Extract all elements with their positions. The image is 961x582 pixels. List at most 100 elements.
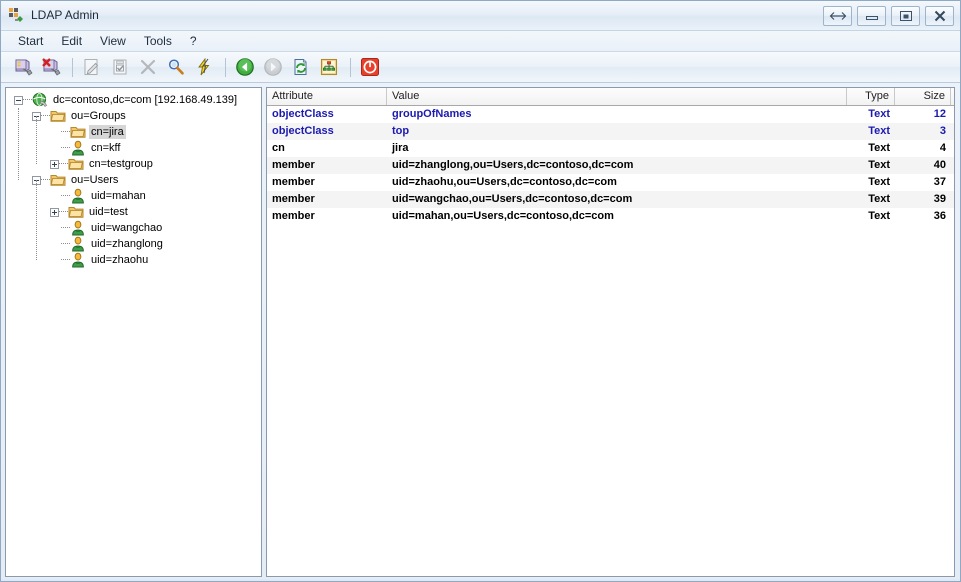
menu-item-help[interactable]: ? (181, 32, 206, 50)
cell-attribute: member (272, 210, 315, 222)
window-controls (823, 6, 954, 26)
tree-connector-line (36, 116, 38, 164)
magnifier-icon[interactable] (164, 55, 188, 79)
cell-attribute: member (272, 176, 315, 188)
table-row[interactable]: member uid=mahan,ou=Users,dc=contoso,dc=c… (267, 208, 954, 225)
menu-bar: Start Edit View Tools ? (1, 31, 960, 52)
cell-attribute: objectClass (272, 125, 334, 137)
attribute-list-panel[interactable]: Attribute Value Type Size objectClass groupO… (266, 87, 955, 577)
tree-connector-line (41, 179, 50, 181)
tree-connector-line (59, 163, 68, 165)
toolbar (1, 52, 960, 83)
cell-size: 3 (939, 125, 946, 137)
menu-item-view[interactable]: View (91, 32, 135, 50)
refresh-page-icon[interactable] (289, 55, 313, 79)
tree-node[interactable]: cn=testgroup (6, 156, 261, 172)
cell-type: Text (868, 125, 890, 137)
minimize-button[interactable] (857, 6, 886, 26)
tree-connector-line (61, 227, 70, 229)
org-tree-icon[interactable] (317, 55, 341, 79)
tree-node[interactable]: cn=jira (6, 124, 261, 140)
tree-node-label: cn=jira (89, 125, 126, 139)
cell-value: top (392, 125, 410, 137)
tree-expand-icon[interactable] (50, 159, 59, 169)
menu-item-tools[interactable]: Tools (135, 32, 181, 50)
ldap-network-plug-icon (8, 7, 24, 23)
folder-icon (50, 108, 66, 124)
menu-item-start[interactable]: Start (9, 32, 52, 50)
cell-value: uid=zhaohu,ou=Users,dc=contoso,dc=com (392, 176, 617, 188)
tree-node-label: uid=test (89, 206, 128, 218)
edit-pencil-icon[interactable] (80, 55, 104, 79)
tree-node-label: ou=Groups (71, 110, 126, 122)
cell-type: Text (868, 159, 890, 171)
cell-value: uid=wangchao,ou=Users,dc=contoso,dc=com (392, 193, 633, 205)
delete-x-icon[interactable] (136, 55, 160, 79)
tree-node-label: uid=wangchao (91, 222, 163, 234)
user-icon (70, 252, 86, 268)
forward-arrow-icon[interactable] (261, 55, 285, 79)
column-header-attribute[interactable]: Attribute (267, 88, 387, 105)
user-icon (70, 140, 86, 156)
table-row[interactable]: member uid=wangchao,ou=Users,dc=contoso,d… (267, 191, 954, 208)
user-icon (70, 220, 86, 236)
lightning-bolt-icon[interactable] (192, 55, 216, 79)
ldap-admin-window: LDAP Admin Start Edit View Tools ? dc=co… (0, 0, 961, 582)
table-row[interactable]: member uid=zhanglong,ou=Users,dc=contoso,… (267, 157, 954, 174)
tree-node[interactable]: uid=zhaohu (6, 252, 261, 268)
cell-value: groupOfNames (392, 108, 472, 120)
column-header-type[interactable]: Type (847, 88, 895, 105)
cell-size: 39 (933, 193, 946, 205)
server-disconnect-icon[interactable] (39, 55, 63, 79)
tree-connector-line (18, 108, 20, 180)
table-row[interactable]: objectClass groupOfNames Text 12 (267, 106, 954, 123)
cell-value: uid=mahan,ou=Users,dc=contoso,dc=com (392, 210, 614, 222)
window-title: LDAP Admin (31, 8, 99, 22)
tree-node[interactable]: ou=Users (6, 172, 261, 188)
cell-attribute: cn (272, 142, 285, 154)
tree-node-label: uid=zhaohu (91, 254, 149, 266)
power-exit-icon[interactable] (358, 55, 382, 79)
folder-icon (68, 204, 84, 220)
tree-collapse-icon[interactable] (14, 95, 23, 105)
tree-node-label: uid=mahan (91, 190, 146, 202)
tree-node[interactable]: uid=mahan (6, 188, 261, 204)
menu-item-edit[interactable]: Edit (52, 32, 91, 50)
cell-value: uid=zhanglong,ou=Users,dc=contoso,dc=com (392, 159, 634, 171)
directory-tree-panel[interactable]: dc=contoso,dc=com [192.168.49.139] ou=Gro… (5, 87, 262, 577)
window-bottom-strip (1, 577, 960, 581)
tree-expand-icon[interactable] (50, 207, 59, 217)
column-header-size[interactable]: Size (895, 88, 951, 105)
close-button[interactable] (925, 6, 954, 26)
toolbar-separator-1 (72, 57, 73, 77)
tree-node-label: cn=kff (91, 142, 121, 154)
tree-node[interactable]: uid=test (6, 204, 261, 220)
resize-button[interactable] (823, 6, 852, 26)
cell-size: 40 (933, 159, 946, 171)
tree-node-label: ou=Users (71, 174, 119, 186)
cell-size: 4 (939, 142, 946, 154)
tree-node[interactable]: uid=wangchao (6, 220, 261, 236)
server-connect-icon[interactable] (11, 55, 35, 79)
tree-node-label: cn=testgroup (89, 158, 153, 170)
toolbar-separator-2 (225, 57, 226, 77)
table-row[interactable]: objectClass top Text 3 (267, 123, 954, 140)
tree-node[interactable]: ou=Groups (6, 108, 261, 124)
tree-node[interactable]: uid=zhanglong (6, 236, 261, 252)
title-bar: LDAP Admin (1, 1, 960, 31)
table-row[interactable]: member uid=zhaohu,ou=Users,dc=contoso,dc=… (267, 174, 954, 191)
tree-connector-line (61, 195, 70, 197)
cell-size: 12 (933, 108, 946, 120)
tree-connector-line (59, 211, 68, 213)
tree-node[interactable]: cn=kff (6, 140, 261, 156)
cell-size: 37 (933, 176, 946, 188)
tree-node[interactable]: dc=contoso,dc=com [192.168.49.139] (6, 92, 261, 108)
tree-connector-line (23, 99, 32, 101)
tree-connector-line (36, 180, 38, 260)
table-row[interactable]: cn jira Text 4 (267, 140, 954, 157)
column-header-value[interactable]: Value (387, 88, 847, 105)
tree-connector-line (61, 147, 70, 149)
back-arrow-icon[interactable] (233, 55, 257, 79)
maximize-button[interactable] (891, 6, 920, 26)
save-check-icon[interactable] (108, 55, 132, 79)
